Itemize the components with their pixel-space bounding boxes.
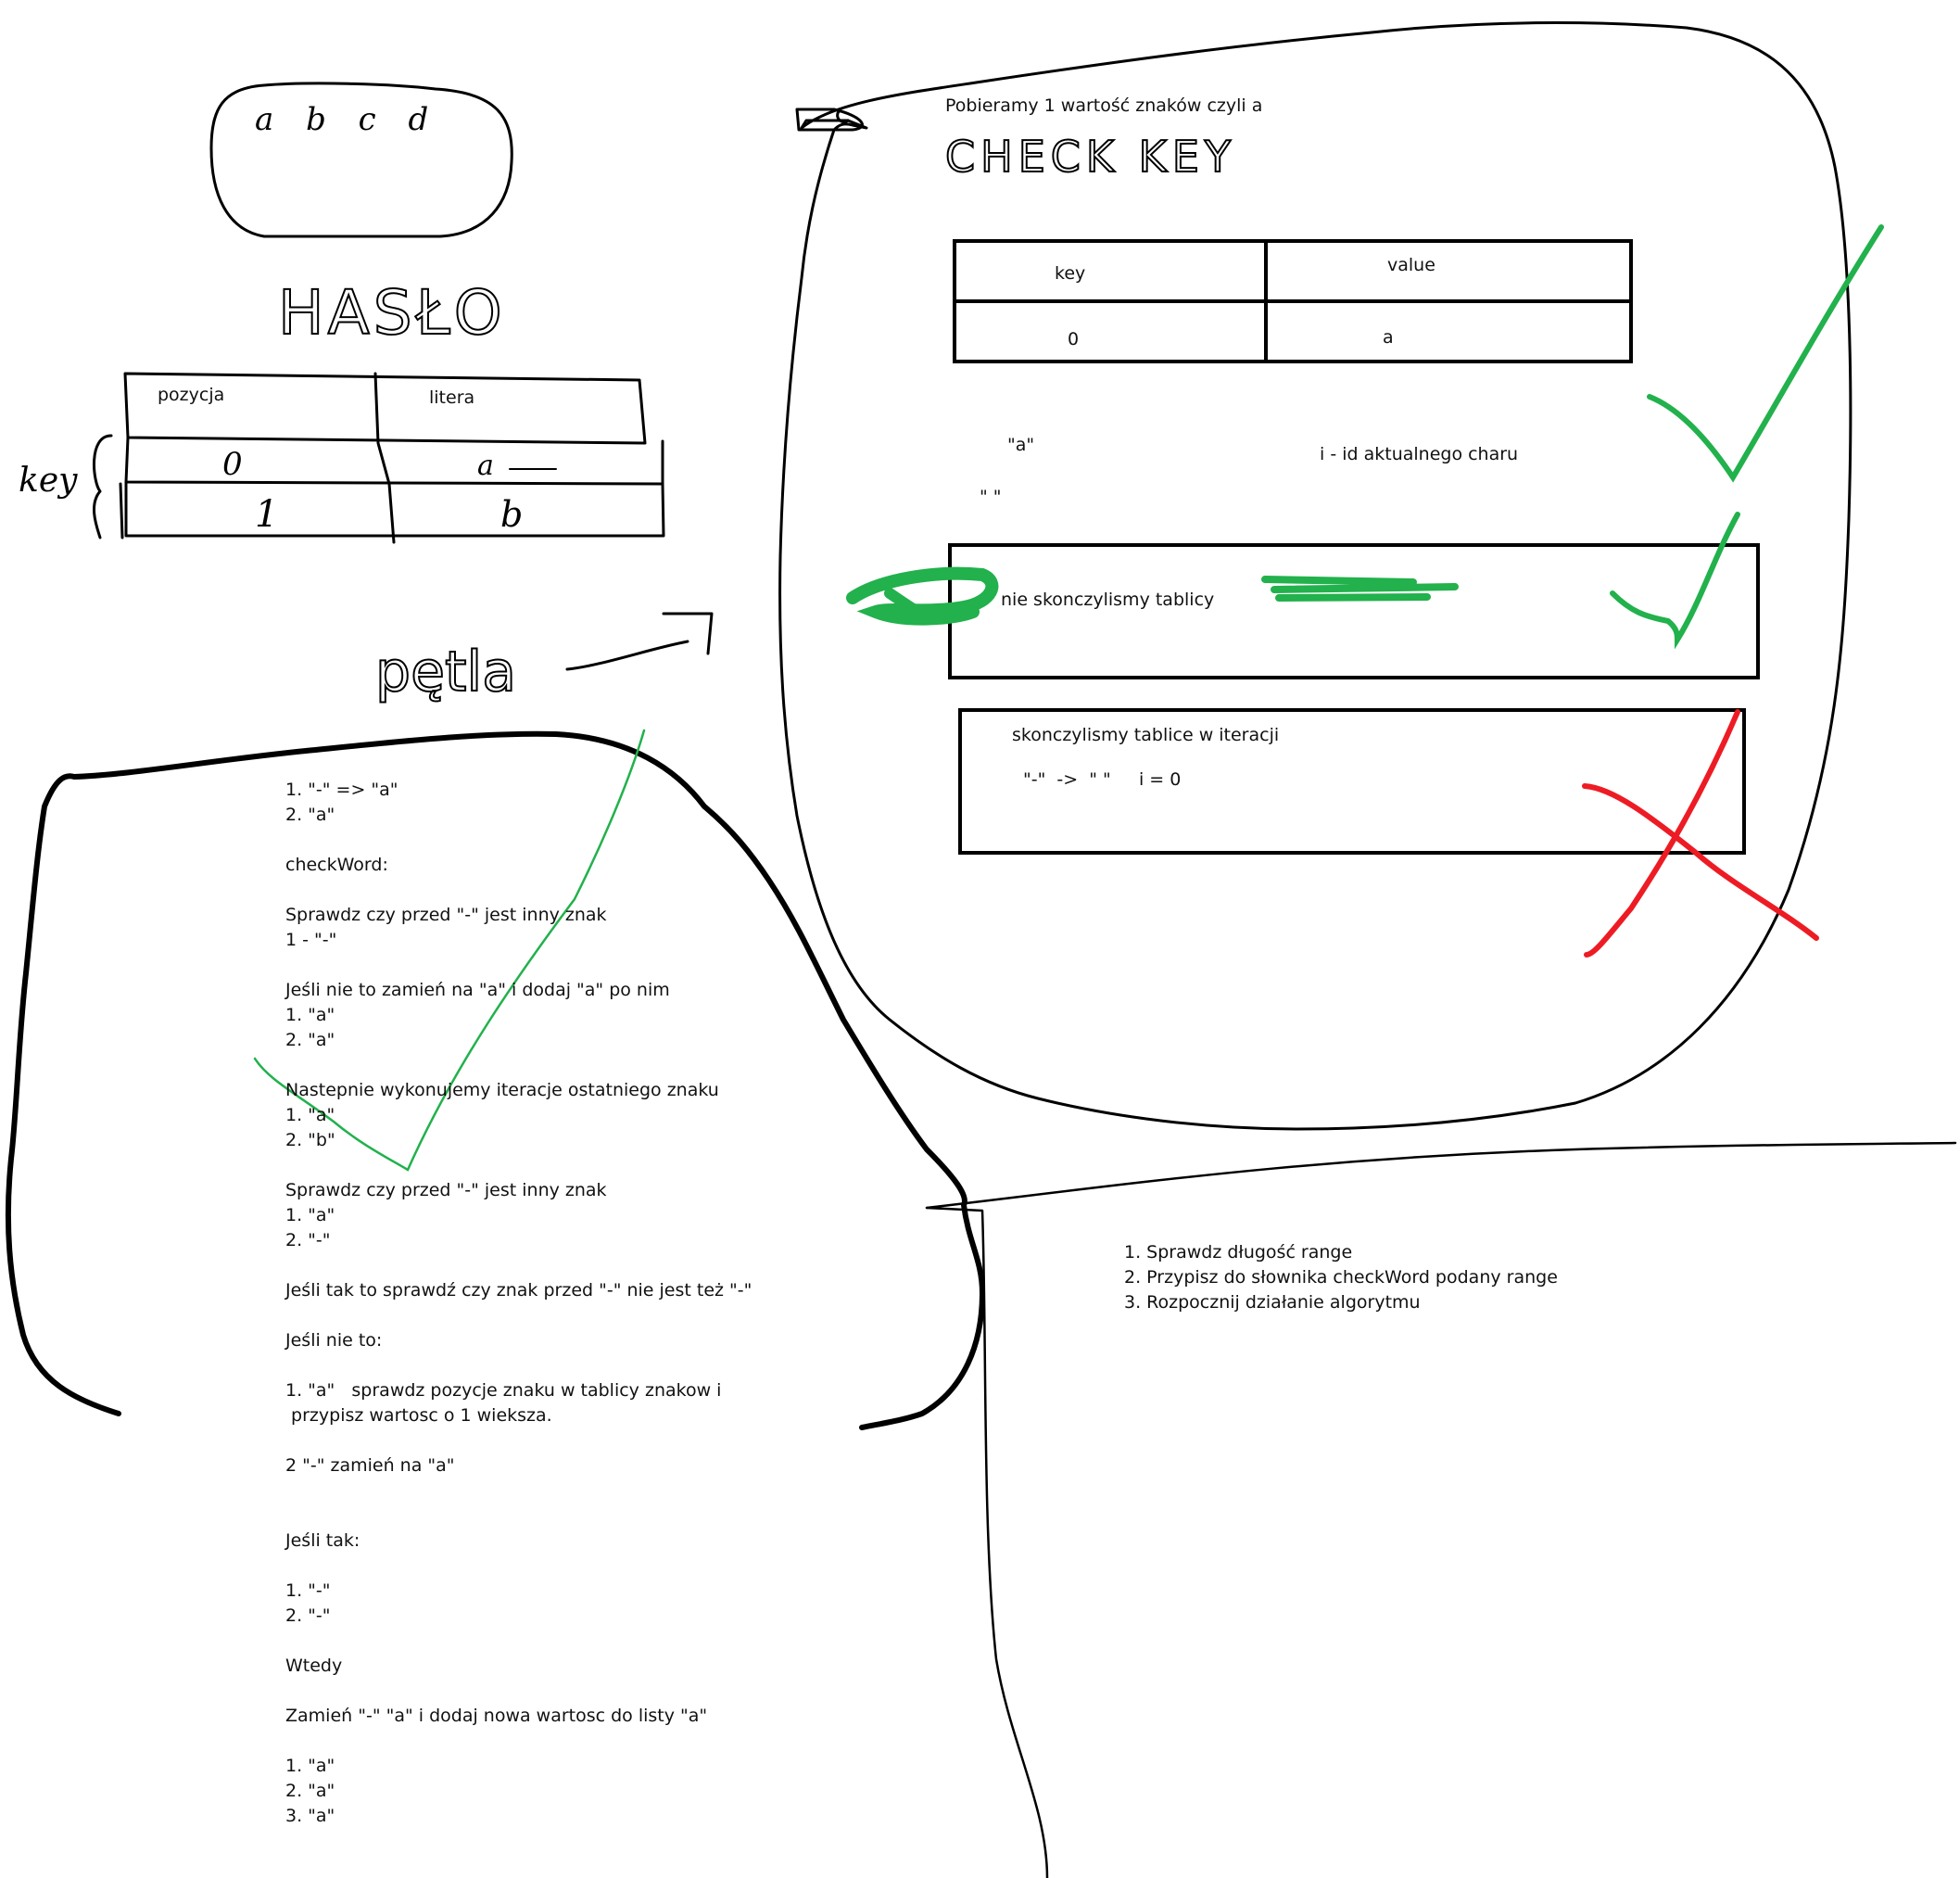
kv-header-key: key	[1055, 263, 1085, 284]
key-brace	[92, 434, 113, 539]
algorithm-line: 2 "-" zamień na "a"	[285, 1455, 455, 1476]
algorithm-line: 1. "-" => "a"	[285, 780, 398, 800]
divider-horizontal	[925, 1141, 1957, 1210]
algorithm-line: 1 - "-"	[285, 930, 337, 950]
left-table-cell-0-key: 0	[222, 446, 243, 483]
kv-header-value: value	[1387, 255, 1435, 275]
algorithm-line: Jeśli nie to zamień na "a" i dodaj "a" p…	[285, 980, 670, 1000]
algorithm-line: Wtedy	[285, 1656, 343, 1676]
algorithm-line: Zamień "-" "a" i dodaj nowa wartosc do l…	[285, 1706, 708, 1726]
algorithm-line: Jeśli tak to sprawdź czy znak przed "-" …	[285, 1280, 752, 1301]
algorithm-line: 1. "a"	[285, 1756, 335, 1776]
algorithm-line: Sprawdz czy przed "-" jest inny znak	[285, 905, 607, 925]
setup-step-line: 3. Rozpocznij działanie algorytmu	[1124, 1292, 1421, 1313]
algorithm-line	[285, 1679, 752, 1704]
algorithm-line: Sprawdz czy przed "-" jest inny znak	[285, 1180, 607, 1200]
algorithm-line: 1. "a"	[285, 1205, 335, 1225]
algorithm-line: 1. "a"	[285, 1105, 335, 1125]
algorithm-line	[285, 1303, 752, 1328]
algorithm-line: przypisz wartosc o 1 wieksza.	[285, 1405, 552, 1426]
algorithm-line	[285, 1428, 752, 1453]
left-table-header-litera: litera	[429, 387, 474, 408]
algorithm-line: checkWord:	[285, 855, 388, 875]
algorithm-line: 2. "a"	[285, 805, 335, 825]
algorithm-line	[285, 1554, 752, 1579]
haslo-heading: HASŁO	[278, 277, 506, 349]
i-note: i - id aktualnego charu	[1320, 444, 1519, 464]
algorithm-line: 2. "-"	[285, 1230, 331, 1250]
algorithm-line	[285, 878, 752, 903]
algorithm-line: Jeśli tak:	[285, 1530, 360, 1551]
left-table-cell-0-value: a	[477, 450, 494, 482]
algorithm-line	[285, 1504, 752, 1529]
box-finished-line2: "-" -> " " i = 0	[1023, 769, 1182, 790]
check-key-heading: CHECK KEY	[945, 132, 1236, 182]
quote-empty: " "	[980, 487, 1002, 507]
algorithm-line	[285, 1729, 752, 1754]
algorithm-line	[285, 1153, 752, 1178]
setup-step-line: 2. Przypisz do słownika checkWord podany…	[1124, 1267, 1558, 1288]
algorithm-line: 2. "a"	[285, 1030, 335, 1050]
left-table-cell-1-value: b	[500, 494, 523, 535]
algorithm-line: 2. "a"	[285, 1781, 335, 1801]
kv-cell-key: 0	[1068, 329, 1079, 349]
arrow-line	[565, 612, 714, 671]
algorithm-line: 1. "a" sprawdz pozycje znaku w tablicy z…	[285, 1380, 722, 1401]
algorithm-line: 1. "-"	[285, 1580, 331, 1601]
green-check-small	[1610, 512, 1740, 650]
key-side-label: key	[19, 462, 78, 500]
red-cross	[1582, 709, 1819, 958]
box-not-finished-label: nie skonczylismy tablicy	[1001, 590, 1215, 610]
left-table-header-pozycja: pozycja	[158, 385, 224, 405]
algorithm-steps: 1. "-" => "a" 2. "a" checkWord: Sprawdz czy…	[285, 778, 752, 1829]
algorithm-line: 2. "-"	[285, 1605, 331, 1626]
algorithm-line: 1. "a"	[285, 1005, 335, 1025]
key-value-table	[953, 239, 1633, 363]
quote-a: "a"	[1007, 435, 1035, 455]
kv-cell-value: a	[1383, 327, 1394, 348]
petla-heading: pętla	[375, 640, 516, 704]
intro-text: Pobieramy 1 wartość znaków czyli a	[945, 95, 1263, 116]
algorithm-line: Nastepnie wykonujemy iteracje ostatniego…	[285, 1080, 719, 1100]
algorithm-line	[285, 1353, 752, 1378]
algorithm-line: 2. "b"	[285, 1130, 335, 1150]
box-finished-line1: skonczylismy tablice w iteracji	[1012, 725, 1280, 745]
divider-vertical	[925, 1206, 1049, 1878]
algorithm-line	[285, 1253, 752, 1278]
algorithm-line	[285, 1053, 752, 1078]
algorithm-line	[285, 1629, 752, 1654]
setup-step-line: 1. Sprawdz długość range	[1124, 1242, 1353, 1263]
algorithm-line: Jeśli nie to:	[285, 1330, 383, 1351]
algorithm-line	[285, 953, 752, 978]
letters-bubble-text: a b c d	[255, 101, 439, 138]
algorithm-line	[285, 828, 752, 853]
left-table-cell-1-key: 1	[255, 493, 278, 536]
setup-steps: 1. Sprawdz długość range 2. Przypisz do s…	[1124, 1240, 1558, 1315]
algorithm-line	[285, 1478, 752, 1504]
algorithm-line: 3. "a"	[285, 1806, 335, 1826]
